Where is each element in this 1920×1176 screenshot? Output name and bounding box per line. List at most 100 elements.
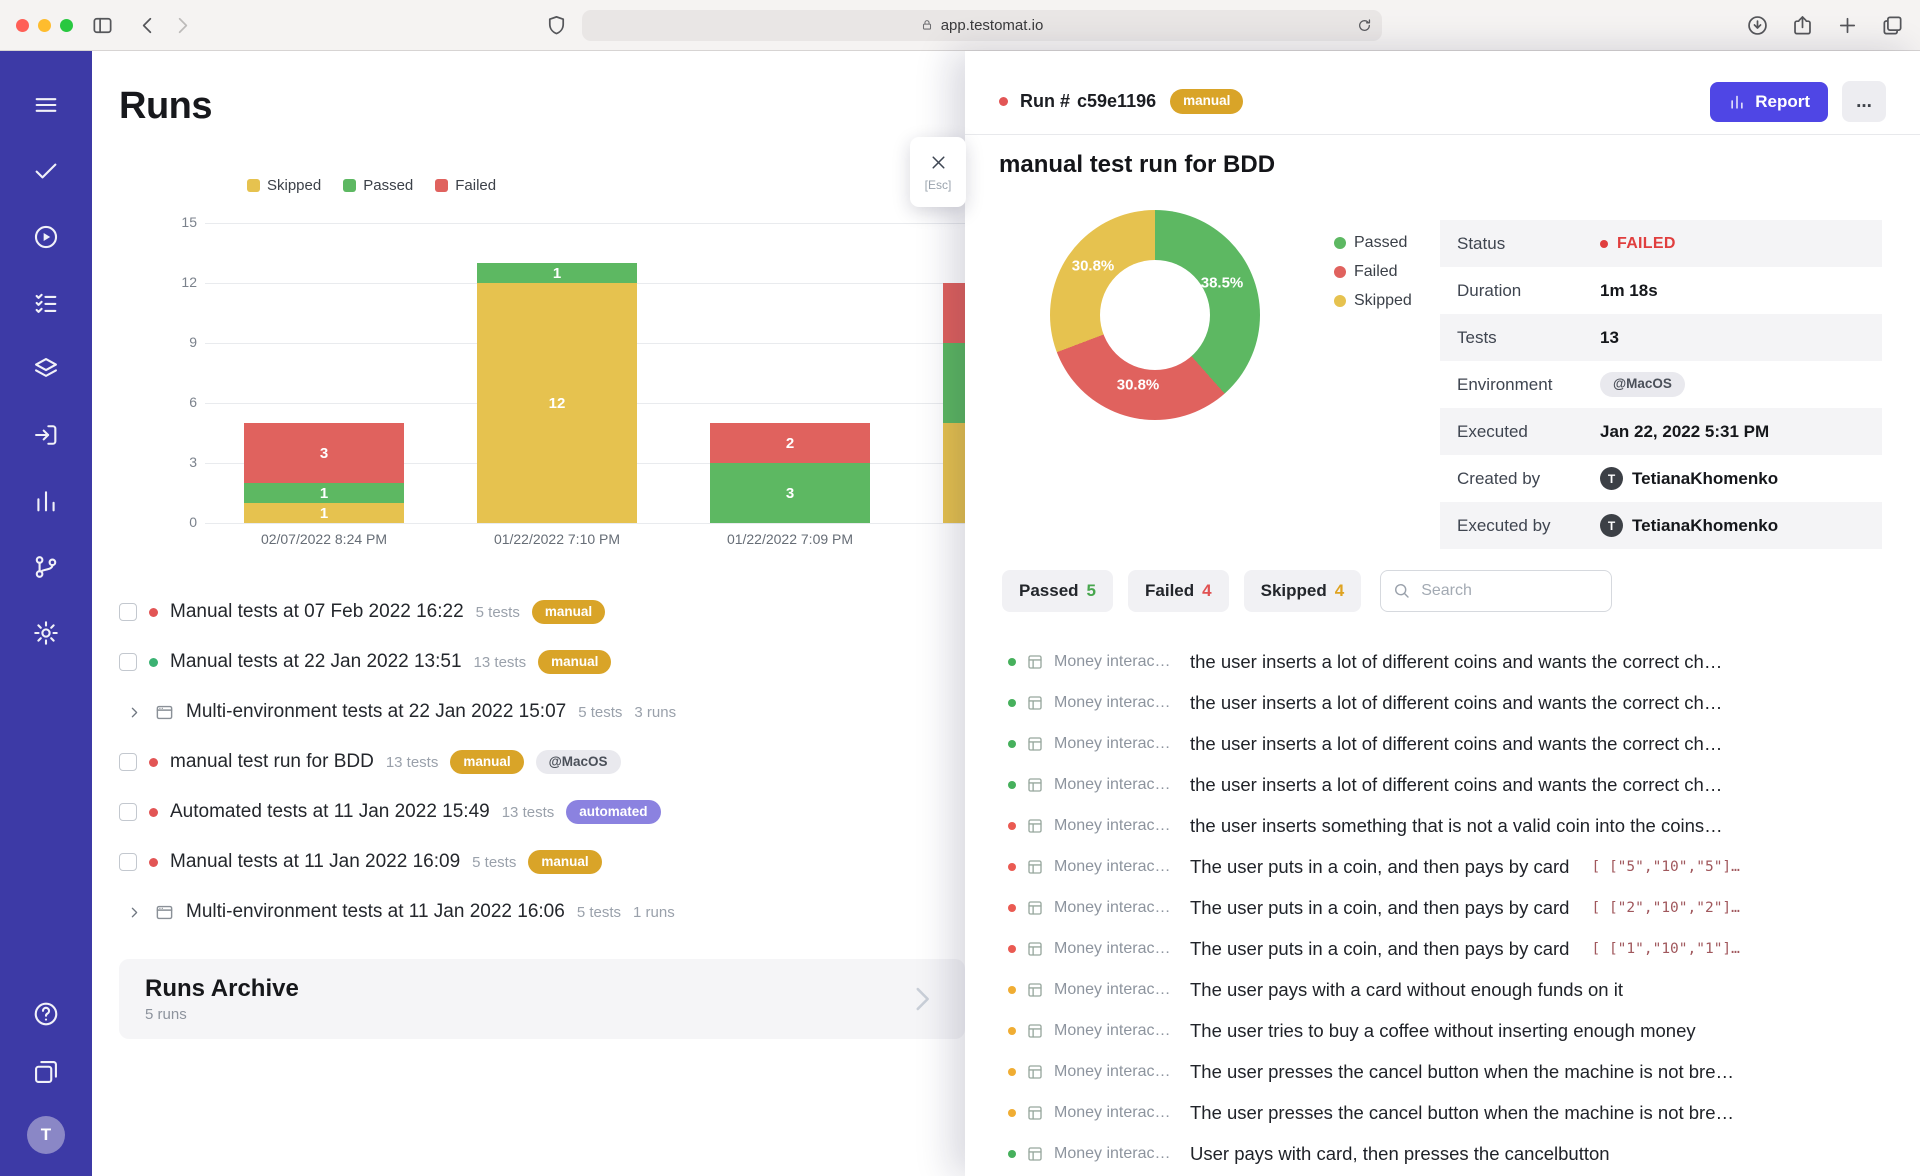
sidebar-check-button[interactable] [32, 157, 60, 185]
tab-overview-icon[interactable] [1881, 14, 1904, 37]
runs-archive[interactable]: Runs Archive 5 runs [119, 959, 965, 1039]
user-mini-avatar: T [1600, 514, 1623, 537]
run-checkbox[interactable] [119, 753, 137, 771]
share-icon[interactable] [1791, 14, 1814, 37]
filter-skipped-button[interactable]: Skipped 4 [1244, 570, 1362, 612]
test-row[interactable]: Money interac… The user puts in a coin, … [965, 846, 1920, 887]
test-row[interactable]: Money interac… The user presses the canc… [965, 1051, 1920, 1092]
run-row[interactable]: Automated tests at 11 Jan 2022 15:49 13 … [119, 787, 965, 837]
filter-passed-button[interactable]: Passed 5 [1002, 570, 1113, 612]
minimize-window-button[interactable] [38, 19, 51, 32]
sidebar-git-branch-button[interactable] [32, 553, 60, 581]
scenario-icon [1026, 776, 1044, 794]
run-id: c59e1196 [1077, 91, 1156, 112]
test-row[interactable]: Money interac… The user presses the canc… [965, 1092, 1920, 1133]
test-row[interactable]: Money interac… The user puts in a coin, … [965, 887, 1920, 928]
test-row[interactable]: Money interac… the user inserts a lot of… [965, 764, 1920, 805]
test-status-dot [1008, 822, 1016, 830]
test-suite: Money interac… [1054, 858, 1172, 876]
info-label: Environment [1457, 375, 1600, 395]
sidebar-layers-button[interactable] [32, 355, 60, 383]
test-status-dot [1008, 740, 1016, 748]
downloads-icon[interactable] [1746, 14, 1769, 37]
test-row[interactable]: Money interac… the user inserts somethin… [965, 805, 1920, 846]
content-blocker-shield-icon[interactable] [545, 14, 568, 37]
test-status-dot [1008, 781, 1016, 789]
test-row[interactable]: Money interac… the user inserts a lot of… [965, 723, 1920, 764]
search-input[interactable] [1380, 570, 1612, 612]
bar-segment-failed: 3 [943, 283, 965, 343]
bar-column: 113 [244, 223, 404, 523]
sidebar-bar-chart-button[interactable] [32, 487, 60, 515]
sidebar-menu-button[interactable] [32, 91, 60, 119]
scenario-icon [1026, 653, 1044, 671]
test-row[interactable]: Money interac… User pays with card, then… [965, 1133, 1920, 1174]
sidebar-play-circle-button[interactable] [32, 223, 60, 251]
test-row[interactable]: Money interac… The user puts in a coin, … [965, 928, 1920, 969]
run-checkbox[interactable] [119, 603, 137, 621]
test-row[interactable]: Money interac… the user inserts a lot of… [965, 641, 1920, 682]
test-row[interactable]: Money interac… the user inserts a lot of… [965, 682, 1920, 723]
filter-failed-button[interactable]: Failed 4 [1128, 570, 1229, 612]
donut-legend-skipped: Skipped [1334, 292, 1412, 310]
y-tick-label: 3 [133, 454, 197, 470]
run-row[interactable]: Manual tests at 11 Jan 2022 16:09 5 test… [119, 837, 965, 887]
browser-sidebar-toggle-icon[interactable] [91, 14, 114, 37]
y-tick-label: 12 [133, 274, 197, 290]
run-status-dot [149, 808, 158, 817]
test-suite: Money interac… [1054, 1104, 1172, 1122]
zoom-window-button[interactable] [60, 19, 73, 32]
test-row[interactable]: Money interac… The user pays with a card… [965, 969, 1920, 1010]
close-window-button[interactable] [16, 19, 29, 32]
sidebar-projects-button[interactable] [32, 1058, 60, 1086]
info-row-executed: Executed Jan 22, 2022 5:31 PM [1440, 408, 1882, 455]
url-bar[interactable]: app.testomat.io [582, 10, 1382, 41]
test-row[interactable]: Money interac… The user tries to buy a c… [965, 1010, 1920, 1051]
back-icon[interactable] [136, 14, 159, 37]
more-options-button[interactable]: ... [1842, 81, 1886, 122]
refresh-icon[interactable] [1356, 17, 1373, 34]
check-icon [32, 172, 60, 189]
test-status-dot [1008, 699, 1016, 707]
sidebar-task-list-button[interactable] [32, 289, 60, 317]
info-label: Executed by [1457, 516, 1600, 536]
run-row[interactable]: Manual tests at 22 Jan 2022 13:51 13 tes… [119, 637, 965, 687]
forward-icon[interactable] [171, 14, 194, 37]
test-example-data: [ ["1","10","1"]… [1591, 941, 1739, 957]
new-tab-icon[interactable] [1836, 14, 1859, 37]
report-button[interactable]: Report [1710, 82, 1828, 122]
git-branch-icon [32, 568, 60, 585]
bar-segment-skipped: 1 [244, 503, 404, 523]
run-checkbox[interactable] [119, 653, 137, 671]
user-avatar[interactable]: T [27, 1116, 65, 1154]
search-icon [1392, 581, 1411, 600]
run-checkbox[interactable] [119, 803, 137, 821]
expand-icon[interactable] [126, 904, 143, 921]
search-box [1380, 570, 1612, 612]
sidebar-import-button[interactable] [32, 421, 60, 449]
scenario-icon [1026, 981, 1044, 999]
test-suite: Money interac… [1054, 694, 1172, 712]
run-tests-count: 13 tests [502, 804, 555, 821]
test-suite: Money interac… [1054, 1022, 1172, 1040]
info-row-executed-by: Executed by TTetianaKhomenko [1440, 502, 1882, 549]
run-row[interactable]: manual test run for BDD 13 tests manual@… [119, 737, 965, 787]
test-title: The user presses the cancel button when … [1190, 1061, 1734, 1083]
scenario-icon [1026, 940, 1044, 958]
expand-icon[interactable] [126, 704, 143, 721]
info-row-status: Status FAILED [1440, 220, 1882, 267]
info-value: Jan 22, 2022 5:31 PM [1600, 422, 1769, 442]
task-list-icon [32, 304, 60, 321]
scenario-icon [1026, 817, 1044, 835]
sidebar-gear-button[interactable] [32, 619, 60, 647]
run-checkbox[interactable] [119, 853, 137, 871]
help-icon [32, 1015, 60, 1032]
test-status-dot [1008, 945, 1016, 953]
run-row[interactable]: Manual tests at 07 Feb 2022 16:22 5 test… [119, 587, 965, 637]
close-run-panel-button[interactable]: [Esc] [910, 137, 966, 207]
run-group-title: Multi-environment tests at 22 Jan 2022 1… [186, 701, 566, 723]
sidebar-help-button[interactable] [32, 1000, 60, 1028]
run-group-row[interactable]: Multi-environment tests at 22 Jan 2022 1… [119, 687, 965, 737]
run-title: manual test run for BDD [999, 151, 1275, 179]
run-group-row[interactable]: Multi-environment tests at 11 Jan 2022 1… [119, 887, 965, 937]
